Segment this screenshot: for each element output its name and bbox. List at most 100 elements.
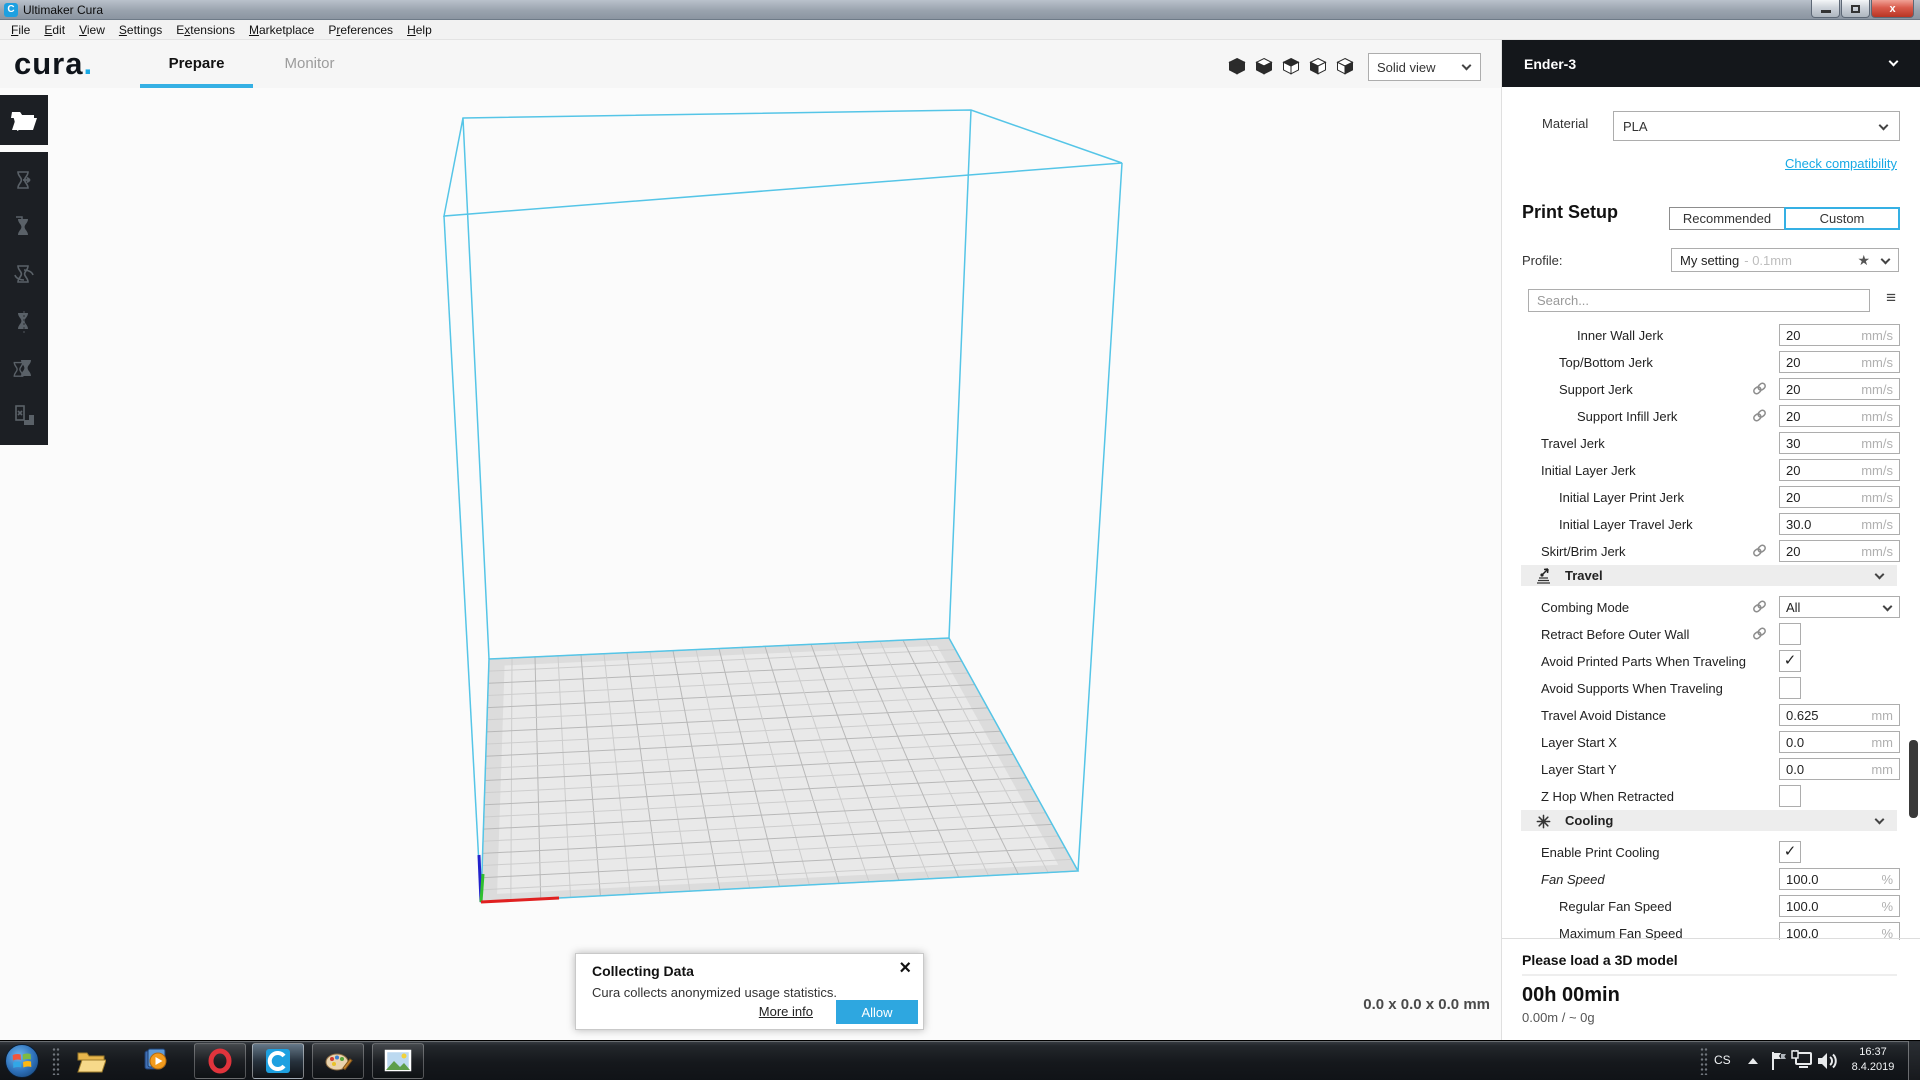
more-info-link[interactable]: More info — [759, 1004, 813, 1019]
tray-grip — [1700, 1047, 1708, 1075]
section-cooling[interactable]: Cooling — [1521, 810, 1897, 831]
section-travel[interactable]: Travel — [1521, 565, 1897, 586]
unit: % — [1881, 899, 1893, 914]
setting-row: Initial Layer Jerk 20mm/s — [1502, 457, 1920, 484]
taskbar-cura-button[interactable] — [252, 1043, 304, 1079]
setting-value-input[interactable]: 0.0mm — [1779, 731, 1900, 753]
allow-button[interactable]: Allow — [836, 1000, 918, 1024]
menu-bar: FileEditViewSettingsExtensionsMarketplac… — [0, 20, 1920, 40]
search-placeholder: Search... — [1537, 293, 1589, 308]
setting-label: Initial Layer Jerk — [1541, 463, 1636, 478]
setting-value-input[interactable]: 20mm/s — [1779, 540, 1900, 562]
menu-view[interactable]: View — [72, 23, 112, 37]
setting-checkbox[interactable] — [1779, 623, 1801, 645]
taskbar-windows-media-player-icon[interactable] — [138, 1045, 172, 1077]
unit: mm/s — [1861, 490, 1893, 505]
cura-logo: cura. — [14, 46, 93, 82]
value: 20 — [1786, 463, 1800, 478]
volume-icon[interactable] — [1814, 1050, 1838, 1072]
setting-value-input[interactable]: 20mm/s — [1779, 405, 1900, 427]
show-hidden-icons-button[interactable] — [1748, 1058, 1758, 1064]
setting-value-input[interactable]: 30mm/s — [1779, 432, 1900, 454]
settings-scrollbar[interactable] — [1909, 740, 1918, 818]
view-mode-dropdown[interactable]: Solid view — [1368, 53, 1481, 81]
setting-row: Support Infill Jerk 20mm/s — [1502, 403, 1920, 430]
setting-checkbox[interactable]: ✓ — [1779, 650, 1801, 672]
restore-button[interactable] — [1841, 0, 1870, 18]
setting-value-input[interactable]: 20mm/s — [1779, 486, 1900, 508]
network-icon[interactable] — [1790, 1050, 1814, 1072]
view-3d-icon[interactable] — [1228, 57, 1246, 75]
setting-row: Inner Wall Jerk20mm/s — [1502, 322, 1920, 349]
view-right-icon[interactable] — [1336, 57, 1354, 75]
unit: % — [1881, 872, 1893, 887]
dialog-close-icon[interactable]: × — [899, 957, 911, 980]
setting-value-input[interactable]: 20mm/s — [1779, 459, 1900, 481]
menu-file[interactable]: File — [4, 23, 37, 37]
setting-label: Z Hop When Retracted — [1541, 789, 1674, 804]
machine-selector[interactable]: Ender-3 — [1502, 40, 1920, 87]
menu-marketplace[interactable]: Marketplace — [242, 23, 321, 37]
value: 20 — [1786, 328, 1800, 343]
view-top-icon[interactable] — [1282, 57, 1300, 75]
menu-settings[interactable]: Settings — [112, 23, 169, 37]
settings-filter-menu-icon[interactable]: ≡ — [1886, 288, 1896, 308]
setting-value-input[interactable]: 20mm/s — [1779, 324, 1900, 346]
setting-value-input[interactable]: 20mm/s — [1779, 351, 1900, 373]
chevron-down-icon — [1462, 61, 1472, 71]
setting-row: Fan Speed 100.0% — [1502, 866, 1920, 893]
setting-checkbox[interactable] — [1779, 785, 1801, 807]
setting-value-input[interactable]: 100.0% — [1779, 895, 1900, 917]
tab-monitor[interactable]: Monitor — [253, 40, 366, 88]
material-usage-estimate: 0.00m / ~ 0g — [1522, 1010, 1595, 1025]
taskbar-paint-button[interactable] — [312, 1043, 364, 1079]
setting-value-input[interactable]: 0.0mm — [1779, 758, 1900, 780]
recommended-mode-button[interactable]: Recommended — [1669, 207, 1785, 230]
setting-value-input[interactable]: 100.0% — [1779, 868, 1900, 890]
taskbar-opera-button[interactable] — [194, 1043, 246, 1079]
taskbar-start-button[interactable] — [5, 1044, 39, 1078]
material-dropdown[interactable]: PLA — [1613, 111, 1900, 141]
menu-preferences[interactable]: Preferences — [321, 23, 400, 37]
minimize-button[interactable] — [1811, 0, 1840, 18]
view-mode-value: Solid view — [1377, 60, 1436, 75]
check-compatibility-link[interactable]: Check compatibility — [1785, 156, 1897, 171]
profile-dropdown[interactable]: My setting - 0.1mm ★ — [1671, 248, 1899, 272]
tab-prepare[interactable]: Prepare — [140, 40, 253, 88]
setting-value-input[interactable]: 0.625mm — [1779, 704, 1900, 726]
setting-label: Support Infill Jerk — [1577, 409, 1677, 424]
unit: mm/s — [1861, 409, 1893, 424]
show-desktop-button[interactable] — [1908, 1041, 1920, 1080]
taskbar-clock[interactable]: 16:37 8.4.2019 — [1842, 1045, 1904, 1075]
custom-mode-button[interactable]: Custom — [1784, 207, 1900, 230]
setting-label: Skirt/Brim Jerk — [1541, 544, 1626, 559]
menu-extensions[interactable]: Extensions — [169, 23, 242, 37]
build-volume-viewport[interactable] — [0, 88, 1501, 1040]
value: 30.0 — [1786, 517, 1811, 532]
view-left-icon[interactable] — [1309, 57, 1327, 75]
setting-value-input[interactable]: 20mm/s — [1779, 378, 1900, 400]
star-icon[interactable]: ★ — [1857, 252, 1870, 269]
setting-dropdown[interactable]: All — [1779, 596, 1900, 618]
taskbar-grip — [52, 1047, 60, 1075]
setting-row: Initial Layer Travel Jerk30.0mm/s — [1502, 511, 1920, 538]
setting-checkbox[interactable] — [1779, 677, 1801, 699]
setting-label: Travel Jerk — [1541, 436, 1605, 451]
section-label: Travel — [1565, 568, 1603, 583]
setting-checkbox[interactable]: ✓ — [1779, 841, 1801, 863]
link-icon — [1752, 543, 1767, 563]
taskbar-image-viewer-button[interactable] — [372, 1043, 424, 1079]
menu-edit[interactable]: Edit — [37, 23, 72, 37]
menu-help[interactable]: Help — [400, 23, 439, 37]
language-indicator[interactable]: CS — [1714, 1053, 1731, 1067]
taskbar-windows-explorer-icon[interactable] — [74, 1045, 108, 1077]
setting-value-input[interactable]: 30.0mm/s — [1779, 513, 1900, 535]
action-center-flag-icon[interactable] — [1766, 1050, 1790, 1072]
search-input[interactable]: Search... — [1528, 289, 1870, 312]
view-front-icon[interactable] — [1255, 57, 1273, 75]
close-button[interactable]: x — [1871, 0, 1914, 18]
dialog-title: Collecting Data — [592, 963, 694, 979]
setting-label: Travel Avoid Distance — [1541, 708, 1666, 723]
setting-label: Fan Speed — [1541, 872, 1605, 887]
material-label: Material — [1542, 116, 1588, 131]
